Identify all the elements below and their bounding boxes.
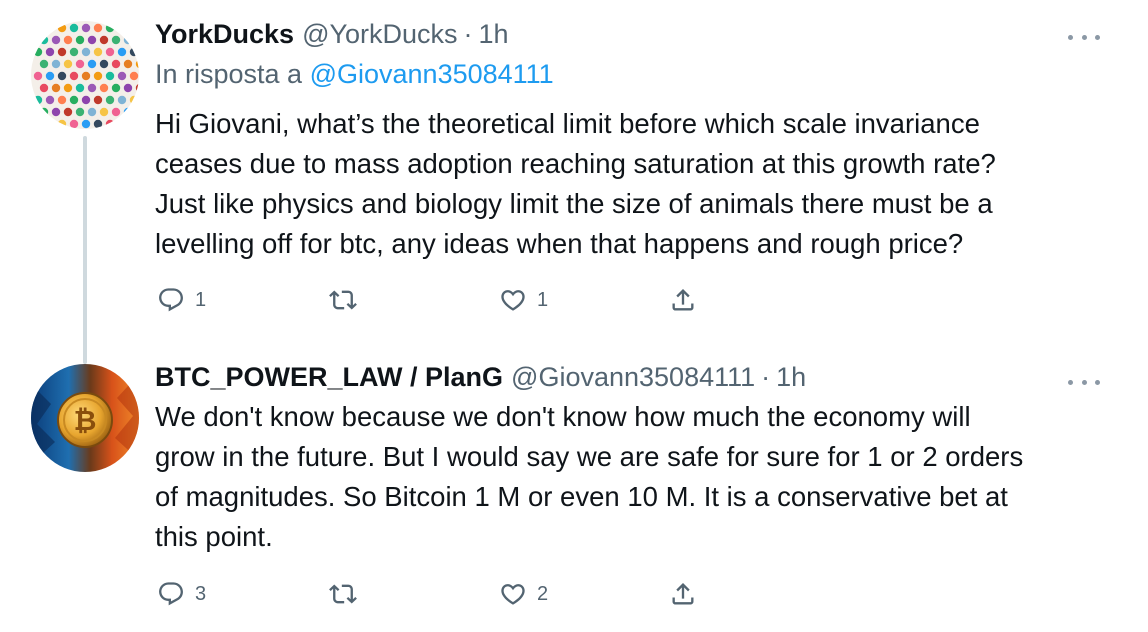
share-icon xyxy=(672,583,694,605)
retweet-button[interactable] xyxy=(329,574,357,614)
tweet-text: We don't know because we don't know how … xyxy=(155,401,1024,552)
separator-dot: · xyxy=(761,362,771,392)
tweet-actions: 3 2 xyxy=(155,574,715,614)
like-button[interactable]: 2 xyxy=(499,574,548,614)
reply-count: 1 xyxy=(195,288,207,311)
more-options-icon[interactable] xyxy=(1068,27,1100,47)
tweet-header: YorkDucks @YorkDucks · 1h xyxy=(155,17,509,51)
reply-button[interactable]: 1 xyxy=(157,280,206,320)
reply-icon xyxy=(159,582,183,606)
user-handle[interactable]: @Giovann35084111 xyxy=(511,360,755,394)
tweet-actions: 1 1 xyxy=(155,280,715,320)
svg-text:₿: ₿ xyxy=(74,404,97,437)
dot-pattern-avatar-icon xyxy=(31,21,139,129)
share-button[interactable] xyxy=(669,280,697,320)
timestamp[interactable]: 1h xyxy=(776,360,806,394)
like-count: 1 xyxy=(537,288,549,311)
thread-line xyxy=(83,136,87,364)
reply-context: In risposta a @Giovann35084111 xyxy=(155,57,554,91)
avatar-yorkducks[interactable] xyxy=(31,21,139,129)
reply-icon xyxy=(159,288,183,312)
avatar-btc-power-law[interactable]: ₿ xyxy=(31,364,139,472)
timestamp[interactable]: 1h xyxy=(479,17,509,51)
tweet-yorkducks[interactable]: YorkDucks @YorkDucks · 1h In risposta a … xyxy=(0,0,1148,364)
display-name[interactable]: BTC_POWER_LAW / PlanG xyxy=(155,360,503,394)
display-name[interactable]: YorkDucks xyxy=(155,17,294,51)
like-button[interactable]: 1 xyxy=(499,280,548,320)
heart-icon xyxy=(501,584,525,605)
reply-mention-link[interactable]: @Giovann35084111 xyxy=(310,59,554,89)
retweet-icon xyxy=(329,584,357,604)
reply-prefix: In risposta a xyxy=(155,59,303,89)
reply-button[interactable]: 3 xyxy=(157,574,206,614)
separator-dot: · xyxy=(463,19,473,49)
more-options-icon[interactable] xyxy=(1068,372,1100,392)
heart-icon xyxy=(501,290,525,311)
share-icon xyxy=(672,289,694,311)
reply-count: 3 xyxy=(195,582,207,605)
user-handle[interactable]: @YorkDucks xyxy=(302,17,457,51)
bitcoin-fire-ice-avatar-icon: ₿ xyxy=(31,364,139,472)
retweet-button[interactable] xyxy=(329,280,357,320)
retweet-icon xyxy=(329,290,357,310)
share-button[interactable] xyxy=(669,574,697,614)
tweet-btc-power-law[interactable]: ₿ BTC_POWER_LAW / PlanG @Giovann35084111… xyxy=(0,340,1148,632)
tweet-header: BTC_POWER_LAW / PlanG @Giovann35084111 ·… xyxy=(155,360,806,394)
tweet-text: Hi Giovani, what’s the theoretical limit… xyxy=(155,108,996,259)
like-count: 2 xyxy=(537,582,549,605)
